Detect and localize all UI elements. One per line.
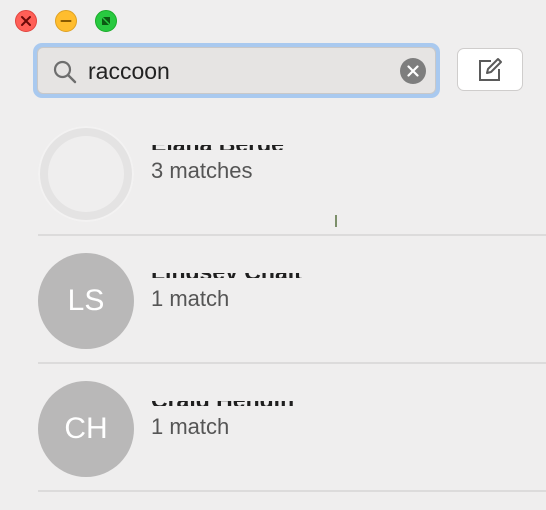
- conversation-item[interactable]: LS Lindsey Chait 1 match: [0, 236, 546, 364]
- search-icon: [53, 60, 77, 84]
- contact-name: Craig Hendin: [151, 386, 295, 406]
- contact-name: Eiana Berge: [151, 130, 284, 150]
- messages-window: Eiana Berge 3 matches LS Lindsey Chait 1…: [0, 0, 546, 510]
- compose-icon: [479, 57, 502, 81]
- compose-button[interactable]: [457, 48, 523, 91]
- clear-search-button[interactable]: [400, 58, 426, 84]
- avatar: CH: [38, 381, 134, 477]
- divider: [38, 490, 546, 492]
- close-window-button[interactable]: [15, 10, 37, 32]
- match-count: 1 match: [151, 414, 230, 439]
- avatar: [38, 126, 134, 222]
- text-cursor: [335, 215, 337, 227]
- search-input[interactable]: [88, 54, 388, 88]
- minimize-icon: [60, 20, 72, 22]
- fullscreen-window-button[interactable]: [95, 10, 117, 32]
- search-field[interactable]: [37, 47, 436, 94]
- close-icon: [21, 16, 31, 26]
- name-redaction: [151, 386, 295, 401]
- clear-icon: [407, 65, 419, 77]
- conversation-item[interactable]: CH Craig Hendin 1 match: [0, 364, 546, 492]
- search-focus-ring: [33, 43, 440, 98]
- match-count: 3 matches: [151, 158, 253, 183]
- match-count: 1 match: [151, 286, 230, 311]
- name-redaction: [151, 130, 284, 145]
- name-redaction: [151, 258, 302, 273]
- minimize-window-button[interactable]: [55, 10, 77, 32]
- contact-name: Lindsey Chait: [151, 258, 302, 278]
- avatar: LS: [38, 253, 134, 349]
- fullscreen-icon: [102, 17, 110, 25]
- conversation-item[interactable]: Eiana Berge 3 matches: [0, 108, 546, 236]
